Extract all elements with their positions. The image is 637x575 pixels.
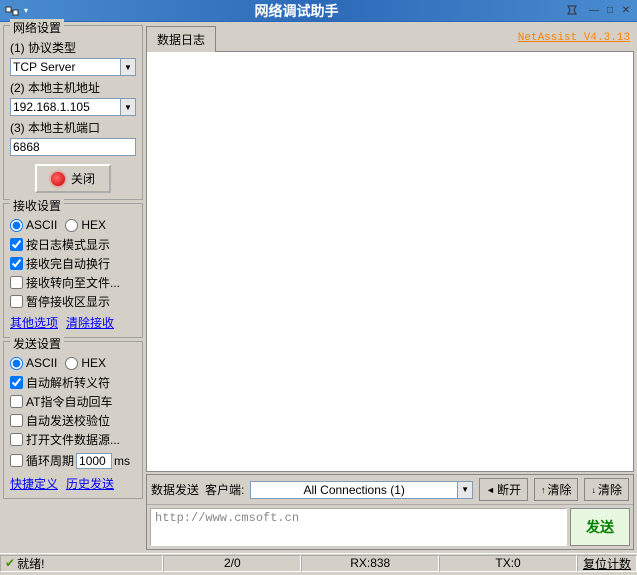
tab-header: 数据日志 NetAssist V4.3.13 [146, 25, 634, 52]
connection-dropdown-button[interactable]: ▼ [457, 481, 473, 499]
clear2-button[interactable]: ↓清除 [584, 478, 629, 501]
recv-clear-link[interactable]: 清除接收 [66, 314, 114, 331]
client-label: 客户端: [205, 481, 244, 498]
status-tx: TX:0 [439, 555, 577, 572]
app-icon [4, 3, 20, 19]
arrow-left-icon: ◄ [486, 485, 495, 495]
pin-icon[interactable] [565, 3, 581, 19]
clear-button[interactable]: ↑清除 [534, 478, 579, 501]
send-openfile-check[interactable]: 打开文件数据源... [10, 431, 136, 448]
protocol-label: (1) 协议类型 [10, 39, 136, 56]
protocol-select[interactable] [10, 58, 120, 76]
network-settings-group: 网络设置 (1) 协议类型 ▼ (2) 本地主机地址 ▼ (3) 本地主机端口 … [3, 25, 143, 200]
recv-settings-title: 接收设置 [10, 197, 64, 214]
send-checksum-check[interactable]: 自动发送校验位 [10, 412, 136, 429]
protocol-dropdown-button[interactable]: ▼ [120, 58, 136, 76]
send-settings-group: 发送设置 ASCII HEX 自动解析转义符 AT指令自动回车 自动发送校验位 … [3, 341, 143, 499]
maximize-button[interactable]: □ [603, 4, 617, 18]
connection-select[interactable] [250, 481, 457, 499]
status-counts: 2/0 [163, 555, 301, 572]
send-shortcut-link[interactable]: 快捷定义 [10, 475, 58, 492]
arrow-down2-icon: ↓ [591, 485, 596, 495]
minimize-button[interactable]: — [587, 4, 601, 18]
recv-hex-radio[interactable]: HEX [65, 218, 106, 232]
close-connection-button[interactable]: 关闭 [35, 164, 111, 193]
recv-settings-group: 接收设置 ASCII HEX 按日志模式显示 接收完自动换行 接收转向至文件..… [3, 203, 143, 338]
host-input[interactable] [10, 98, 120, 116]
host-label: (2) 本地主机地址 [10, 79, 136, 96]
port-label: (3) 本地主机端口 [10, 119, 136, 136]
close-window-button[interactable]: ✕ [619, 4, 633, 18]
recv-ascii-radio[interactable]: ASCII [10, 218, 57, 232]
reset-counter-button[interactable]: 复位计数 [577, 555, 637, 572]
disconnect-button[interactable]: ◄断开 [479, 478, 528, 501]
app-title: 网络调试助手 [28, 1, 565, 21]
send-panel-label: 数据发送 [151, 481, 199, 498]
send-cycle-check[interactable]: 循环周期 [10, 452, 74, 469]
send-escape-check[interactable]: 自动解析转义符 [10, 374, 136, 391]
log-textarea[interactable] [146, 52, 634, 472]
send-hex-radio[interactable]: HEX [65, 356, 106, 370]
send-history-link[interactable]: 历史发送 [66, 475, 114, 492]
recv-logmode-check[interactable]: 按日志模式显示 [10, 236, 136, 253]
send-cycle-unit: ms [114, 454, 130, 468]
send-atcr-check[interactable]: AT指令自动回车 [10, 393, 136, 410]
network-settings-title: 网络设置 [10, 19, 64, 36]
ready-icon: ✔ [5, 556, 15, 570]
statusbar: ✔就绪! 2/0 RX:838 TX:0 复位计数 [0, 553, 637, 572]
send-ascii-radio[interactable]: ASCII [10, 356, 57, 370]
host-dropdown-button[interactable]: ▼ [120, 98, 136, 116]
send-panel: 数据发送 客户端: ▼ ◄断开 ↑清除 ↓清除 发送 [146, 474, 634, 550]
close-button-label: 关闭 [71, 170, 95, 187]
status-ready: 就绪! [17, 555, 44, 572]
version-label[interactable]: NetAssist V4.3.13 [518, 32, 630, 44]
recv-other-link[interactable]: 其他选项 [10, 314, 58, 331]
recv-pause-check[interactable]: 暂停接收区显示 [10, 293, 136, 310]
tab-datalog[interactable]: 数据日志 [146, 26, 216, 52]
titlebar: ▾ 网络调试助手 — □ ✕ [0, 0, 637, 22]
recv-tofile-check[interactable]: 接收转向至文件... [10, 274, 136, 291]
status-dot-icon [51, 172, 65, 186]
status-rx: RX:838 [301, 555, 439, 572]
send-button[interactable]: 发送 [570, 508, 630, 546]
recv-autonewline-check[interactable]: 接收完自动换行 [10, 255, 136, 272]
arrow-down-icon: ↑ [541, 485, 546, 495]
port-input[interactable] [10, 138, 136, 156]
send-cycle-input[interactable] [76, 453, 112, 469]
send-settings-title: 发送设置 [10, 335, 64, 352]
send-input[interactable] [150, 508, 567, 546]
